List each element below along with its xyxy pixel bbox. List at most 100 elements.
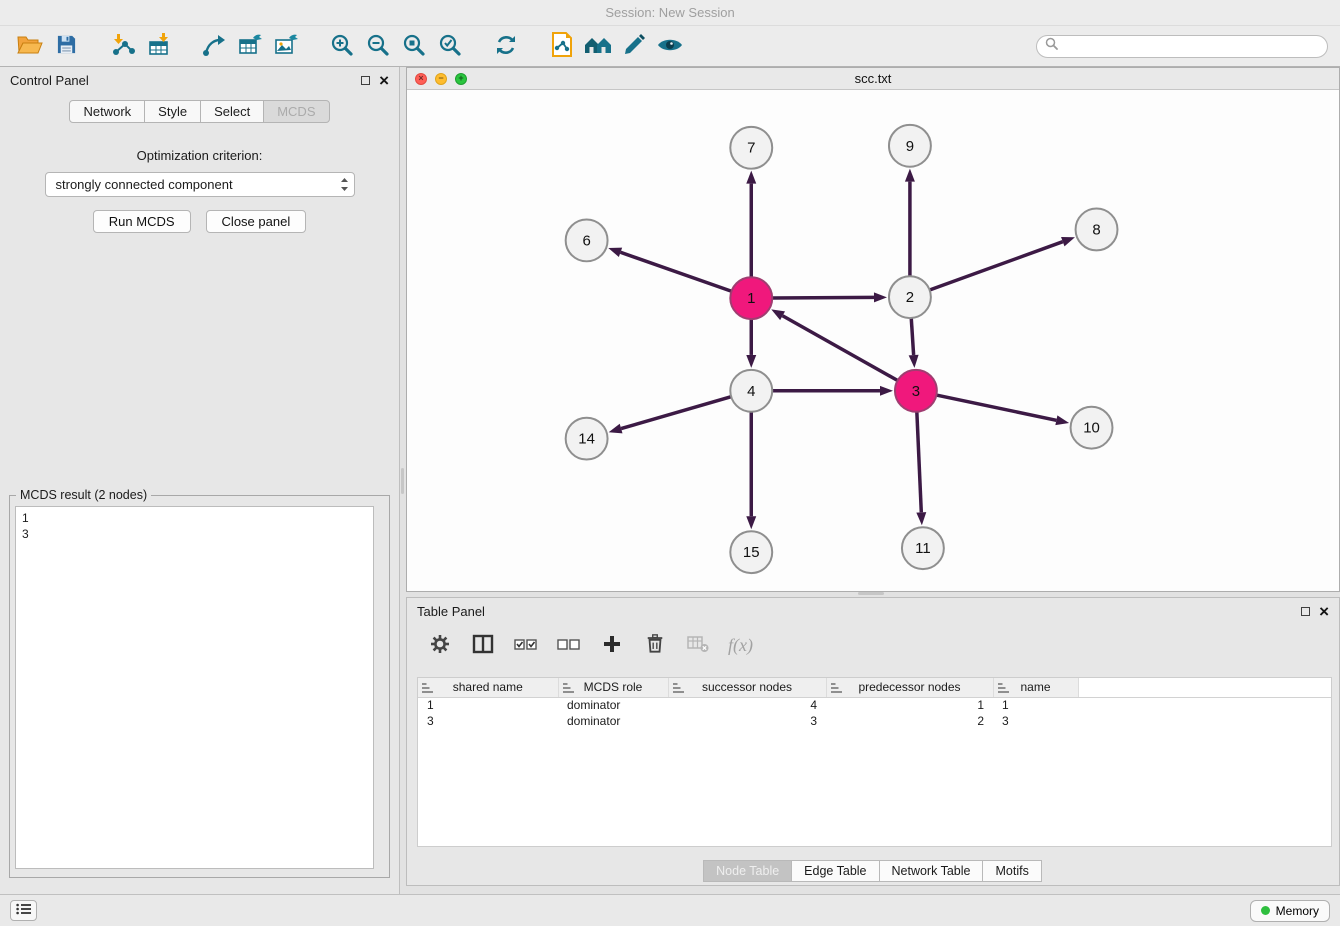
plus-icon xyxy=(602,634,622,657)
tab-motifs[interactable]: Motifs xyxy=(982,860,1041,882)
graph-node-label: 6 xyxy=(582,232,590,249)
export-image-button[interactable] xyxy=(268,30,304,62)
table-cell-filler xyxy=(1078,713,1331,729)
zoom-fit-button[interactable] xyxy=(396,30,432,62)
zoom-selected-button[interactable] xyxy=(432,30,468,62)
tab-mcds[interactable]: MCDS xyxy=(263,100,329,123)
table-panel-close-icon[interactable]: × xyxy=(1319,603,1329,620)
zoom-out-icon xyxy=(366,33,390,60)
graph-edge-1-4[interactable] xyxy=(746,319,756,368)
tab-network-table[interactable]: Network Table xyxy=(879,860,984,882)
table-toolbar: f(x) xyxy=(407,624,1339,666)
delete-column-button[interactable] xyxy=(642,631,668,659)
select-all-button[interactable] xyxy=(513,631,539,659)
export-network-button[interactable] xyxy=(196,30,232,62)
refresh-icon xyxy=(494,33,518,60)
network-overview-button[interactable] xyxy=(580,30,616,62)
function-builder-button[interactable]: f(x) xyxy=(728,635,753,656)
window-title: Session: New Session xyxy=(605,5,734,20)
maximize-window-button[interactable]: + xyxy=(455,73,467,85)
graph-node-label: 1 xyxy=(747,290,755,307)
table-settings-button[interactable] xyxy=(427,631,453,659)
show-hide-button[interactable] xyxy=(652,30,688,62)
optimization-label: Optimization criterion: xyxy=(0,148,399,163)
table-cell: 3 xyxy=(993,713,1078,729)
network-file-button[interactable] xyxy=(544,30,580,62)
minimize-window-button[interactable]: − xyxy=(435,73,447,85)
column-header-shared-name[interactable]: shared name xyxy=(418,678,558,697)
close-window-button[interactable]: × xyxy=(415,73,427,85)
tab-style[interactable]: Style xyxy=(144,100,201,123)
column-header-name[interactable]: name xyxy=(993,678,1078,697)
column-header-label: successor nodes xyxy=(702,680,792,694)
control-panel-close-icon[interactable]: × xyxy=(379,72,389,89)
graph-edge-2-8[interactable] xyxy=(930,237,1075,290)
graph-edge-4-15[interactable] xyxy=(746,412,756,530)
command-panel-button[interactable] xyxy=(10,900,37,921)
float-table-panel-button[interactable] xyxy=(1301,607,1310,616)
column-header-predecessor-nodes[interactable]: predecessor nodes xyxy=(826,678,993,697)
trash-icon xyxy=(645,633,665,657)
network-canvas[interactable]: 7968124314101511 xyxy=(407,90,1339,591)
table-header-row: shared nameMCDS role successor nodes prede… xyxy=(418,678,1331,697)
import-network-icon xyxy=(109,33,135,60)
table-panel: Table Panel × f(x) shared nameMCDS roles… xyxy=(406,597,1340,886)
search-field[interactable] xyxy=(1036,35,1328,58)
open-file-button[interactable] xyxy=(12,30,48,62)
unselect-all-button[interactable] xyxy=(556,631,582,659)
graph-edge-1-2[interactable] xyxy=(772,292,887,302)
save-session-button[interactable] xyxy=(48,30,84,62)
graph-node-label: 8 xyxy=(1092,221,1100,238)
graph-edge-2-9[interactable] xyxy=(905,169,915,277)
column-sort-icon xyxy=(673,682,684,696)
column-header-MCDS-role[interactable]: MCDS role xyxy=(558,678,668,697)
network-window: scc.txt × − + 7968124314101511 xyxy=(406,67,1340,592)
graph-edge-1-6[interactable] xyxy=(608,248,731,292)
control-panel: Control Panel × NetworkStyleSelectMCDS O… xyxy=(0,67,400,894)
table-row[interactable]: 1dominator411 xyxy=(418,697,1331,713)
apply-style-button[interactable] xyxy=(616,30,652,62)
table-row[interactable]: 3dominator323 xyxy=(418,713,1331,729)
graph-edge-2-3[interactable] xyxy=(909,318,919,368)
control-panel-header: Control Panel × xyxy=(0,67,399,93)
graph-node-label: 2 xyxy=(906,289,914,306)
tab-network[interactable]: Network xyxy=(69,100,145,123)
refresh-button[interactable] xyxy=(488,30,524,62)
show-columns-button[interactable] xyxy=(470,631,496,659)
import-network-button[interactable] xyxy=(104,30,140,62)
graph-edge-1-7[interactable] xyxy=(746,171,756,278)
graph-edge-3-10[interactable] xyxy=(936,395,1069,425)
close-panel-button[interactable]: Close panel xyxy=(206,210,307,233)
main-toolbar xyxy=(0,26,1340,67)
add-column-button[interactable] xyxy=(599,631,625,659)
table-cell: 1 xyxy=(826,697,993,713)
import-table-button[interactable] xyxy=(140,30,176,62)
graph-edge-3-1[interactable] xyxy=(771,309,897,380)
table-splitter-handle[interactable] xyxy=(858,592,884,595)
zoom-out-button[interactable] xyxy=(360,30,396,62)
table-panel-header: Table Panel × xyxy=(407,598,1339,624)
mcds-result-title: MCDS result (2 nodes) xyxy=(16,488,151,502)
tab-select[interactable]: Select xyxy=(200,100,264,123)
column-header-successor-nodes[interactable]: successor nodes xyxy=(668,678,826,697)
memory-button[interactable]: Memory xyxy=(1250,900,1330,922)
tab-node-table[interactable]: Node Table xyxy=(703,860,792,882)
control-panel-title: Control Panel xyxy=(10,73,89,88)
graph-edge-4-3[interactable] xyxy=(772,386,893,396)
panel-splitter-handle[interactable] xyxy=(401,468,404,494)
zoom-in-button[interactable] xyxy=(324,30,360,62)
import-table-icon xyxy=(146,33,170,60)
stepper-icon xyxy=(340,177,349,192)
float-control-panel-button[interactable] xyxy=(361,76,370,85)
table-cell: dominator xyxy=(558,713,668,729)
delete-table-button[interactable] xyxy=(685,631,711,659)
mcds-result-list[interactable]: 13 xyxy=(15,506,374,869)
search-input[interactable] xyxy=(1063,39,1319,53)
tab-edge-table[interactable]: Edge Table xyxy=(791,860,879,882)
run-mcds-button[interactable]: Run MCDS xyxy=(93,210,191,233)
graph-edges xyxy=(608,169,1075,530)
graph-edge-3-11[interactable] xyxy=(916,412,926,526)
export-table-button[interactable] xyxy=(232,30,268,62)
criterion-select[interactable]: strongly connected component xyxy=(45,172,355,197)
graph-edge-4-14[interactable] xyxy=(609,397,731,434)
